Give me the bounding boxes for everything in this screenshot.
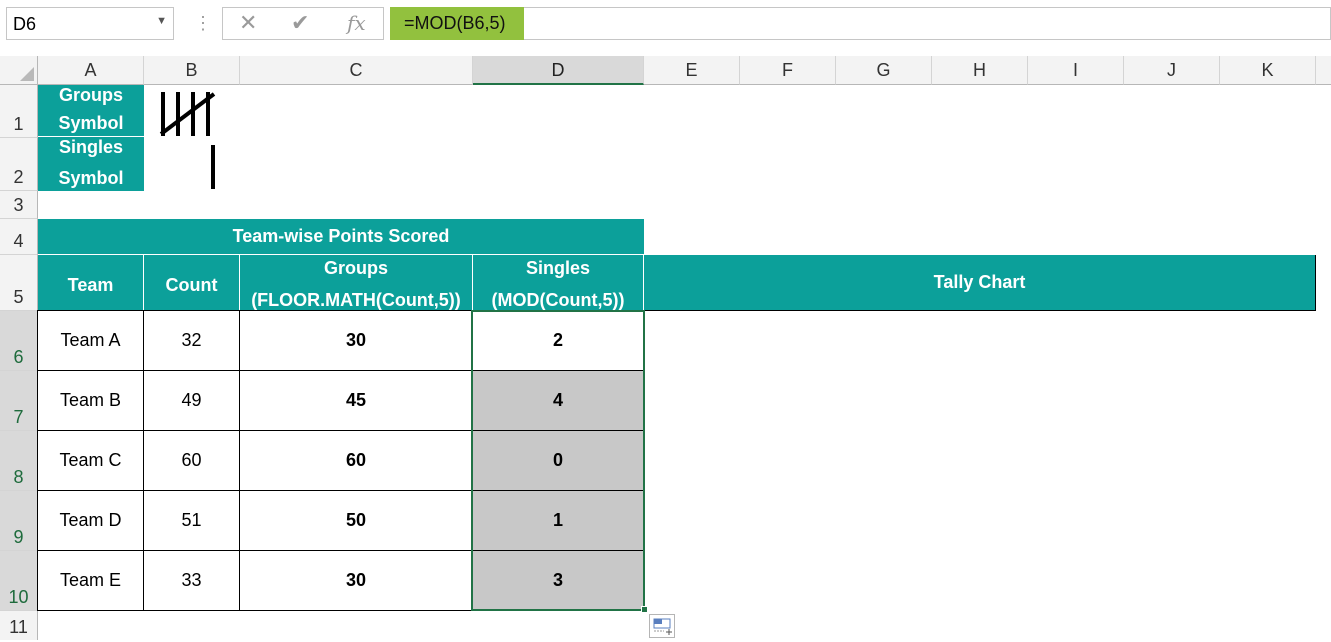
column-header-i[interactable]: I <box>1028 56 1124 85</box>
row-header-1[interactable]: 1 <box>0 85 38 138</box>
row-header-7[interactable]: 7 <box>0 371 38 431</box>
tally-group-symbol <box>159 92 216 136</box>
table-cell-groups[interactable]: 60 <box>240 431 473 491</box>
quick-analysis-button[interactable] <box>649 614 675 638</box>
column-header-g[interactable]: G <box>836 56 932 85</box>
column-header-a[interactable]: A <box>38 56 144 85</box>
groups-symbol-label[interactable]: Groups Symbol <box>38 85 144 137</box>
formula-bar-buttons: ✕ ✔ fx <box>222 7 384 40</box>
column-header-d[interactable]: D <box>473 56 644 85</box>
table-title[interactable]: Team-wise Points Scored <box>38 219 644 255</box>
column-header-h[interactable]: H <box>932 56 1028 85</box>
name-box[interactable]: D6 ▼ <box>6 7 174 40</box>
formula-input[interactable]: =MOD(B6,5) <box>390 7 1331 40</box>
column-header-b[interactable]: B <box>144 56 240 85</box>
table-cell-team[interactable]: Team E <box>38 551 144 611</box>
fx-icon[interactable]: fx <box>347 11 366 35</box>
chevron-down-icon[interactable]: ▼ <box>156 15 167 27</box>
table-cell-count[interactable]: 51 <box>144 491 240 551</box>
column-header-k[interactable]: K <box>1220 56 1316 85</box>
name-box-value: D6 <box>13 14 37 34</box>
row-header-5[interactable]: 5 <box>0 255 38 311</box>
header-count[interactable]: Count <box>144 255 240 311</box>
table-cell-groups[interactable]: 30 <box>240 311 473 371</box>
table-cell-count[interactable]: 49 <box>144 371 240 431</box>
row-header-10[interactable]: 10 <box>0 551 38 611</box>
enter-icon[interactable]: ✔ <box>291 10 309 36</box>
table-cell-team[interactable]: Team A <box>38 311 144 371</box>
column-header-e[interactable]: E <box>644 56 740 85</box>
table-cell-count[interactable]: 60 <box>144 431 240 491</box>
quick-analysis-icon <box>653 618 672 635</box>
row-header-4[interactable]: 4 <box>0 219 38 255</box>
table-cell-count[interactable]: 32 <box>144 311 240 371</box>
selection-border <box>471 310 645 611</box>
column-header-l[interactable] <box>1316 56 1331 85</box>
column-header-j[interactable]: J <box>1124 56 1220 85</box>
table-cell-count[interactable]: 33 <box>144 551 240 611</box>
fill-handle[interactable] <box>641 606 648 613</box>
header-groups[interactable]: Groups (FLOOR.MATH(Count,5)) <box>240 255 473 311</box>
table-cell-groups[interactable]: 30 <box>240 551 473 611</box>
header-singles[interactable]: Singles (MOD(Count,5)) <box>473 255 644 311</box>
row-header-11[interactable]: 11 <box>0 611 38 640</box>
formula-bar-grip-icon[interactable]: ⋮ <box>194 12 212 36</box>
singles-symbol-label[interactable]: Singles Symbol <box>38 137 144 191</box>
table-cell-team[interactable]: Team D <box>38 491 144 551</box>
table-cell-team[interactable]: Team B <box>38 371 144 431</box>
tally-single-symbol <box>211 145 215 189</box>
cancel-icon[interactable]: ✕ <box>239 10 257 36</box>
table-cell-groups[interactable]: 50 <box>240 491 473 551</box>
row-header-9[interactable]: 9 <box>0 491 38 551</box>
header-tally-chart[interactable]: Tally Chart <box>644 255 1316 311</box>
row-header-6[interactable]: 6 <box>0 311 38 371</box>
select-all-corner[interactable] <box>0 56 38 85</box>
table-cell-team[interactable]: Team C <box>38 431 144 491</box>
row-header-2[interactable]: 2 <box>0 138 38 191</box>
formula-text: =MOD(B6,5) <box>390 7 524 40</box>
column-header-c[interactable]: C <box>240 56 473 85</box>
row-header-8[interactable]: 8 <box>0 431 38 491</box>
column-header-f[interactable]: F <box>740 56 836 85</box>
table-cell-groups[interactable]: 45 <box>240 371 473 431</box>
row-header-3[interactable]: 3 <box>0 191 38 219</box>
header-team[interactable]: Team <box>38 255 144 311</box>
